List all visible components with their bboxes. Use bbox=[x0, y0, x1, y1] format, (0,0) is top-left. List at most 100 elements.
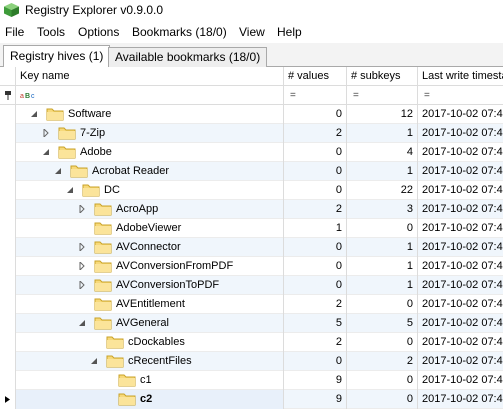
key-name-cell[interactable]: Adobe bbox=[16, 143, 284, 162]
key-name-cell[interactable]: AVConversionToPDF bbox=[16, 276, 284, 295]
tab-available-bookmarks[interactable]: Available bookmarks (18/0) bbox=[108, 47, 268, 67]
key-name-cell[interactable]: AcroApp bbox=[16, 200, 284, 219]
last-write-timestamp-cell[interactable]: 2017-10-02 07:4 bbox=[418, 219, 503, 238]
last-write-timestamp-cell[interactable]: 2017-10-02 07:4 bbox=[418, 371, 503, 390]
menu-file[interactable]: File bbox=[5, 25, 24, 39]
pin-icon[interactable] bbox=[4, 91, 12, 100]
values-count-cell[interactable]: 2 bbox=[284, 295, 347, 314]
table-row[interactable]: AVGeneral 5 5 2017-10-02 07:4 bbox=[0, 314, 503, 333]
values-count-cell[interactable]: 0 bbox=[284, 276, 347, 295]
menu-tools[interactable]: Tools bbox=[37, 25, 65, 39]
last-write-timestamp-cell[interactable]: 2017-10-02 07:4 bbox=[418, 105, 503, 124]
collapsed-triangle-icon[interactable] bbox=[78, 262, 86, 270]
last-write-timestamp-cell[interactable]: 2017-10-02 07:4 bbox=[418, 314, 503, 333]
collapsed-triangle-icon[interactable] bbox=[78, 205, 86, 213]
expanded-triangle-icon[interactable] bbox=[42, 148, 50, 156]
last-write-timestamp-cell[interactable]: 2017-10-02 07:4 bbox=[418, 238, 503, 257]
row-indicator[interactable] bbox=[0, 105, 16, 124]
table-row[interactable]: Software 0 12 2017-10-02 07:4 bbox=[0, 105, 503, 124]
table-row[interactable]: Acrobat Reader 0 1 2017-10-02 07:4 bbox=[0, 162, 503, 181]
row-indicator[interactable] bbox=[0, 238, 16, 257]
subkeys-count-cell[interactable]: 0 bbox=[347, 295, 418, 314]
row-indicator[interactable] bbox=[0, 352, 16, 371]
filter-key-name[interactable]: a B c bbox=[16, 86, 284, 105]
last-write-timestamp-cell[interactable]: 2017-10-02 07:4 bbox=[418, 352, 503, 371]
subkeys-count-cell[interactable]: 12 bbox=[347, 105, 418, 124]
subkeys-count-cell[interactable]: 1 bbox=[347, 257, 418, 276]
table-row[interactable]: c2 9 0 2017-10-02 07:4 bbox=[0, 390, 503, 409]
values-count-cell[interactable]: 0 bbox=[284, 162, 347, 181]
tab-registry-hives[interactable]: Registry hives (1) bbox=[3, 45, 111, 68]
table-row[interactable]: cRecentFiles 0 2 2017-10-02 07:4 bbox=[0, 352, 503, 371]
table-row[interactable]: cDockables 2 0 2017-10-02 07:4 bbox=[0, 333, 503, 352]
expanded-triangle-icon[interactable] bbox=[66, 186, 74, 194]
row-indicator[interactable] bbox=[0, 124, 16, 143]
table-row[interactable]: 7-Zip 2 1 2017-10-02 07:4 bbox=[0, 124, 503, 143]
values-count-cell[interactable]: 0 bbox=[284, 105, 347, 124]
last-write-timestamp-cell[interactable]: 2017-10-02 07:4 bbox=[418, 390, 503, 409]
last-write-timestamp-cell[interactable]: 2017-10-02 07:4 bbox=[418, 276, 503, 295]
values-count-cell[interactable]: 0 bbox=[284, 181, 347, 200]
values-count-cell[interactable]: 9 bbox=[284, 371, 347, 390]
row-indicator[interactable] bbox=[0, 390, 16, 409]
subkeys-count-cell[interactable]: 5 bbox=[347, 314, 418, 333]
values-count-cell[interactable]: 0 bbox=[284, 257, 347, 276]
menu-help[interactable]: Help bbox=[277, 25, 302, 39]
table-row[interactable]: AcroApp 2 3 2017-10-02 07:4 bbox=[0, 200, 503, 219]
subkeys-count-cell[interactable]: 1 bbox=[347, 124, 418, 143]
key-name-cell[interactable]: AVGeneral bbox=[16, 314, 284, 333]
key-name-cell[interactable]: cDockables bbox=[16, 333, 284, 352]
subkeys-count-cell[interactable]: 1 bbox=[347, 276, 418, 295]
row-indicator[interactable] bbox=[0, 219, 16, 238]
last-write-timestamp-cell[interactable]: 2017-10-02 07:4 bbox=[418, 181, 503, 200]
values-count-cell[interactable]: 0 bbox=[284, 352, 347, 371]
row-indicator[interactable] bbox=[0, 143, 16, 162]
subkeys-count-cell[interactable]: 2 bbox=[347, 352, 418, 371]
header-values[interactable]: # values bbox=[284, 67, 347, 86]
row-indicator[interactable] bbox=[0, 162, 16, 181]
key-name-cell[interactable]: Software bbox=[16, 105, 284, 124]
expanded-triangle-icon[interactable] bbox=[54, 167, 62, 175]
values-count-cell[interactable]: 0 bbox=[284, 143, 347, 162]
menu-options[interactable]: Options bbox=[78, 25, 119, 39]
table-row[interactable]: AVConversionFromPDF 0 1 2017-10-02 07:4 bbox=[0, 257, 503, 276]
last-write-timestamp-cell[interactable]: 2017-10-02 07:4 bbox=[418, 143, 503, 162]
values-count-cell[interactable]: 9 bbox=[284, 390, 347, 409]
values-count-cell[interactable]: 0 bbox=[284, 238, 347, 257]
key-name-cell[interactable]: AVConversionFromPDF bbox=[16, 257, 284, 276]
subkeys-count-cell[interactable]: 0 bbox=[347, 390, 418, 409]
values-count-cell[interactable]: 2 bbox=[284, 200, 347, 219]
expanded-triangle-icon[interactable] bbox=[90, 357, 98, 365]
expanded-triangle-icon[interactable] bbox=[78, 319, 86, 327]
collapsed-triangle-icon[interactable] bbox=[78, 281, 86, 289]
header-last-write[interactable]: Last write timesta bbox=[418, 67, 503, 86]
row-indicator[interactable] bbox=[0, 257, 16, 276]
key-name-cell[interactable]: cRecentFiles bbox=[16, 352, 284, 371]
key-name-cell[interactable]: c1 bbox=[16, 371, 284, 390]
header-key-name[interactable]: Key name bbox=[16, 67, 284, 86]
last-write-timestamp-cell[interactable]: 2017-10-02 07:4 bbox=[418, 333, 503, 352]
key-name-cell[interactable]: Acrobat Reader bbox=[16, 162, 284, 181]
last-write-timestamp-cell[interactable]: 2017-10-02 07:4 bbox=[418, 124, 503, 143]
row-indicator[interactable] bbox=[0, 333, 16, 352]
table-row[interactable]: DC 0 22 2017-10-02 07:4 bbox=[0, 181, 503, 200]
subkeys-count-cell[interactable]: 1 bbox=[347, 238, 418, 257]
key-name-cell[interactable]: DC bbox=[16, 181, 284, 200]
key-name-cell[interactable]: AVConnector bbox=[16, 238, 284, 257]
values-count-cell[interactable]: 5 bbox=[284, 314, 347, 333]
key-name-cell[interactable]: 7-Zip bbox=[16, 124, 284, 143]
last-write-timestamp-cell[interactable]: 2017-10-02 07:4 bbox=[418, 295, 503, 314]
filter-subkeys[interactable]: = bbox=[347, 86, 418, 105]
subkeys-count-cell[interactable]: 4 bbox=[347, 143, 418, 162]
header-subkeys[interactable]: # subkeys bbox=[347, 67, 418, 86]
collapsed-triangle-icon[interactable] bbox=[42, 129, 50, 137]
table-row[interactable]: AdobeViewer 1 0 2017-10-02 07:4 bbox=[0, 219, 503, 238]
last-write-timestamp-cell[interactable]: 2017-10-02 07:4 bbox=[418, 162, 503, 181]
last-write-timestamp-cell[interactable]: 2017-10-02 07:4 bbox=[418, 200, 503, 219]
subkeys-count-cell[interactable]: 3 bbox=[347, 200, 418, 219]
table-row[interactable]: AVConnector 0 1 2017-10-02 07:4 bbox=[0, 238, 503, 257]
values-count-cell[interactable]: 2 bbox=[284, 124, 347, 143]
subkeys-count-cell[interactable]: 0 bbox=[347, 371, 418, 390]
menu-view[interactable]: View bbox=[239, 25, 265, 39]
filter-last-write[interactable]: = bbox=[418, 86, 503, 105]
